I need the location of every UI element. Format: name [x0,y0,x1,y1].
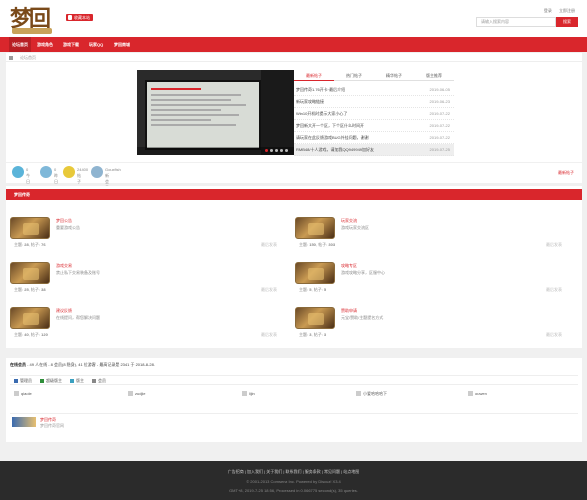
bookmark-icon [68,15,72,20]
tab-latest[interactable]: 最新帖子 [294,70,334,81]
online-user[interactable]: 小爱哈哈哈下 [356,391,387,397]
member-icon [91,166,103,178]
list-item[interactable]: RMB48/十人游戏，请加我QQ949949加好友 2019-07-25 [294,144,454,156]
online-user[interactable]: zudjie [128,391,145,396]
tab-hot[interactable]: 热门帖子 [334,70,374,81]
list-item[interactable]: 请玩家在此反馈游戏BUG外挂问题，谢谢 2019-07-22 [294,132,454,144]
tab-digest[interactable]: 精华帖子 [374,70,414,81]
list-item[interactable]: 新玩家攻略链接 2019-06-23 [294,96,454,108]
forum-thumbnail [295,307,335,329]
tab-recommend[interactable]: 版主推荐 [414,70,454,81]
nav-item-shop[interactable]: 梦回商城 [114,37,130,52]
online-summary: 在线会员 - 49 人在线 - 8 会员(8 隐身), 41 位游客 - 最高记… [10,362,155,367]
footer-copyright: © 2001-2013 Comsenz Inc. Powered by Disc… [246,479,341,484]
online-user[interactable]: lijin [242,391,255,396]
section-title[interactable]: 梦回传奇 [6,189,582,200]
login-link[interactable]: 登录 [544,8,552,13]
nav-item-qq[interactable]: 玩家QQ [89,37,103,52]
list-item[interactable]: Win10开机时提示大家小心了 2019-07-22 [294,108,454,120]
user-icon [128,391,133,396]
brand-desc: 梦回传奇官网 [40,423,64,428]
forum-item[interactable]: 攻略专区 游戏攻略分享，区服中心 主题: 5, 帖子: 5 最后发表 [291,256,576,296]
legend-mod: 版主 [70,378,84,384]
slider-dots[interactable] [263,148,288,153]
brand-block[interactable]: 梦回传奇 梦回传奇官网 [10,413,578,429]
list-item[interactable]: 梦回传奇1.76开卡·最后介绍 2019-06-05 [294,84,454,96]
register-link[interactable]: 立即注册 [559,8,575,13]
image-slider[interactable] [137,70,294,155]
forum-item[interactable]: 梦回公告 重要游戏公告 主题: 28, 帖子: 76 最后发表 [6,211,291,251]
favorite-button[interactable]: 收藏本站 [66,14,93,21]
forum-item[interactable]: 赞助申请 元宝/赞助/主题提名方式 主题: 3, 帖子: 3 最后发表 [291,301,576,341]
search-button[interactable]: 搜索 [556,17,578,27]
forum-thumbnail [10,262,50,284]
online-user[interactable]: ouwen [468,391,487,396]
nav-item-home[interactable]: 论坛首页 [9,37,31,52]
account-links: 登录 立即注册 [538,8,575,14]
header: 梦回 收藏本站 登录 立即注册 请输入搜索内容 搜索 [0,0,587,37]
stats-bar: 0今日 0昨日 24400帖子 Gouxfish新会员 最新帖子 [6,163,582,190]
latest-posts-link[interactable]: 最新帖子 [558,170,574,176]
site-logo[interactable]: 梦回 [6,4,58,36]
footer-links[interactable]: 广告招商 | 加入我们 | 关于我们 | 联系我们 | 服务条款 | 常见问题 … [0,469,587,475]
footer-processed: GMT+8, 2019-7-25 18:56, Processed in 0.0… [229,488,358,493]
list-item[interactable]: 梦回新大开一个区，下个区什么时间开 2019-07-22 [294,120,454,132]
online-user[interactable]: qiaole [14,391,32,396]
nav-item-download[interactable]: 游戏下载 [63,37,79,52]
forum-section: 梦回传奇 梦回公告 重要游戏公告 主题: 28, 帖子: 76 最后发表 玩家交流游… [6,186,582,348]
group-legend: 管理员 超级版主 版主 会员 [10,375,578,385]
posts-icon [63,166,75,178]
user-icon [14,391,19,396]
home-icon[interactable] [9,56,13,60]
online-users-panel: 在线会员 - 49 人在线 - 8 会员(8 隐身), 41 位游客 - 最高记… [6,358,582,442]
breadcrumb-home[interactable]: 论坛首页 [20,55,36,60]
forum-item[interactable]: 玩家交流 游戏玩家交流区 主题: 150, 帖子: 303 最后发表 [291,211,576,251]
yesterday-icon [40,166,52,178]
breadcrumb: 论坛首页 [6,53,582,62]
main-nav: 论坛首页 游戏角色 游戏下载 玩家QQ 梦回商城 [0,37,587,52]
favorite-label: 收藏本站 [74,15,90,20]
today-icon [12,166,24,178]
forum-thumbnail [10,307,50,329]
slide-image [145,80,261,150]
user-icon [242,391,247,396]
forum-thumbnail [10,217,50,239]
post-tabs: 最新帖子 热门帖子 精华帖子 版主推荐 [294,70,454,81]
user-icon [356,391,361,396]
forum-item[interactable]: 游戏交易 禁止私下交易装备及账号 主题: 25, 帖子: 38 最后发表 [6,256,291,296]
user-icon [468,391,473,396]
featured-panel: 最新帖子 热门帖子 精华帖子 版主推荐 梦回传奇1.76开卡·最后介绍 2019-… [6,62,582,162]
footer: 广告招商 | 加入我们 | 关于我们 | 联系我们 | 服务条款 | 常见问题 … [0,461,587,500]
legend-super-mod: 超级版主 [40,378,62,384]
forum-thumbnail [295,217,335,239]
forum-item[interactable]: 建议反馈 在线提问，帮您解决问题 主题: 40, 帖子: 120 最后发表 [6,301,291,341]
brand-banner [12,417,36,427]
news-list: 梦回传奇1.76开卡·最后介绍 2019-06-05 新玩家攻略链接 2019-06… [294,84,454,156]
legend-admin: 管理员 [14,378,32,384]
legend-member: 会员 [92,378,106,384]
forum-thumbnail [295,262,335,284]
search-input[interactable]: 请输入搜索内容 [476,17,556,27]
nav-item-roles[interactable]: 游戏角色 [37,37,53,52]
